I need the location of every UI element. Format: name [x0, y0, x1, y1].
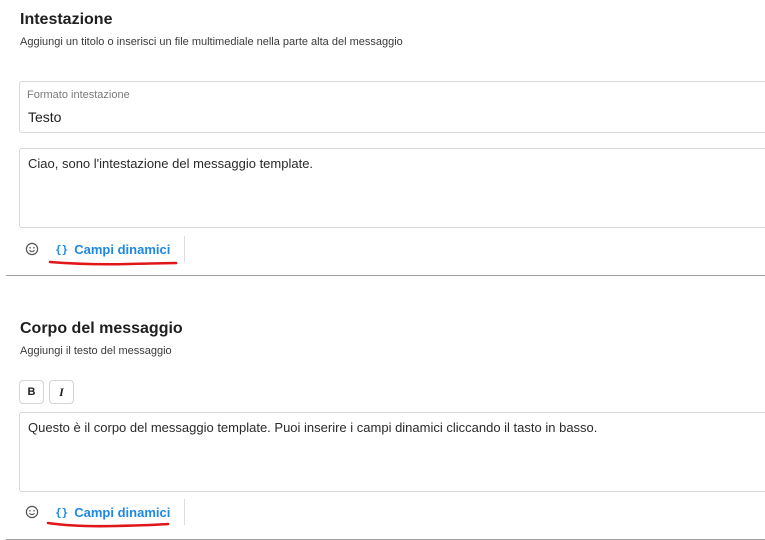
body-text-input[interactable]: Questo è il corpo del messaggio template…	[19, 412, 765, 492]
toolbar-divider	[184, 499, 186, 525]
header-dynamic-fields-label: Campi dinamici	[74, 241, 171, 257]
body-toolbar: {} Campi dinamici	[19, 498, 186, 526]
toolbar-divider	[184, 236, 186, 262]
header-section-title: Intestazione	[20, 11, 113, 28]
smiley-icon	[25, 505, 39, 519]
header-format-select[interactable]: Formato intestazione Testo	[19, 81, 765, 133]
body-section-subtitle: Aggiungi il testo del messaggio	[20, 345, 172, 357]
body-dynamic-fields-button[interactable]: {} Campi dinamici	[51, 499, 178, 525]
braces-icon: {}	[55, 505, 69, 519]
header-format-value: Testo	[28, 109, 62, 125]
header-toolbar: {} Campi dinamici	[19, 235, 186, 263]
header-dynamic-fields-button[interactable]: {} Campi dinamici	[51, 236, 178, 262]
body-section-title: Corpo del messaggio	[20, 320, 183, 337]
section-divider	[6, 275, 765, 276]
header-text-input[interactable]: Ciao, sono l'intestazione del messaggio …	[19, 148, 765, 228]
body-dynamic-fields-label: Campi dinamici	[74, 504, 171, 520]
italic-button[interactable]: I	[49, 380, 74, 404]
braces-icon: {}	[55, 242, 69, 256]
bold-button[interactable]: B	[19, 380, 44, 404]
header-format-label: Formato intestazione	[27, 89, 130, 101]
header-emoji-button[interactable]	[19, 236, 45, 262]
body-emoji-button[interactable]	[19, 499, 45, 525]
smiley-icon	[25, 242, 39, 256]
header-section-subtitle: Aggiungi un titolo o inserisci un file m…	[20, 36, 403, 48]
